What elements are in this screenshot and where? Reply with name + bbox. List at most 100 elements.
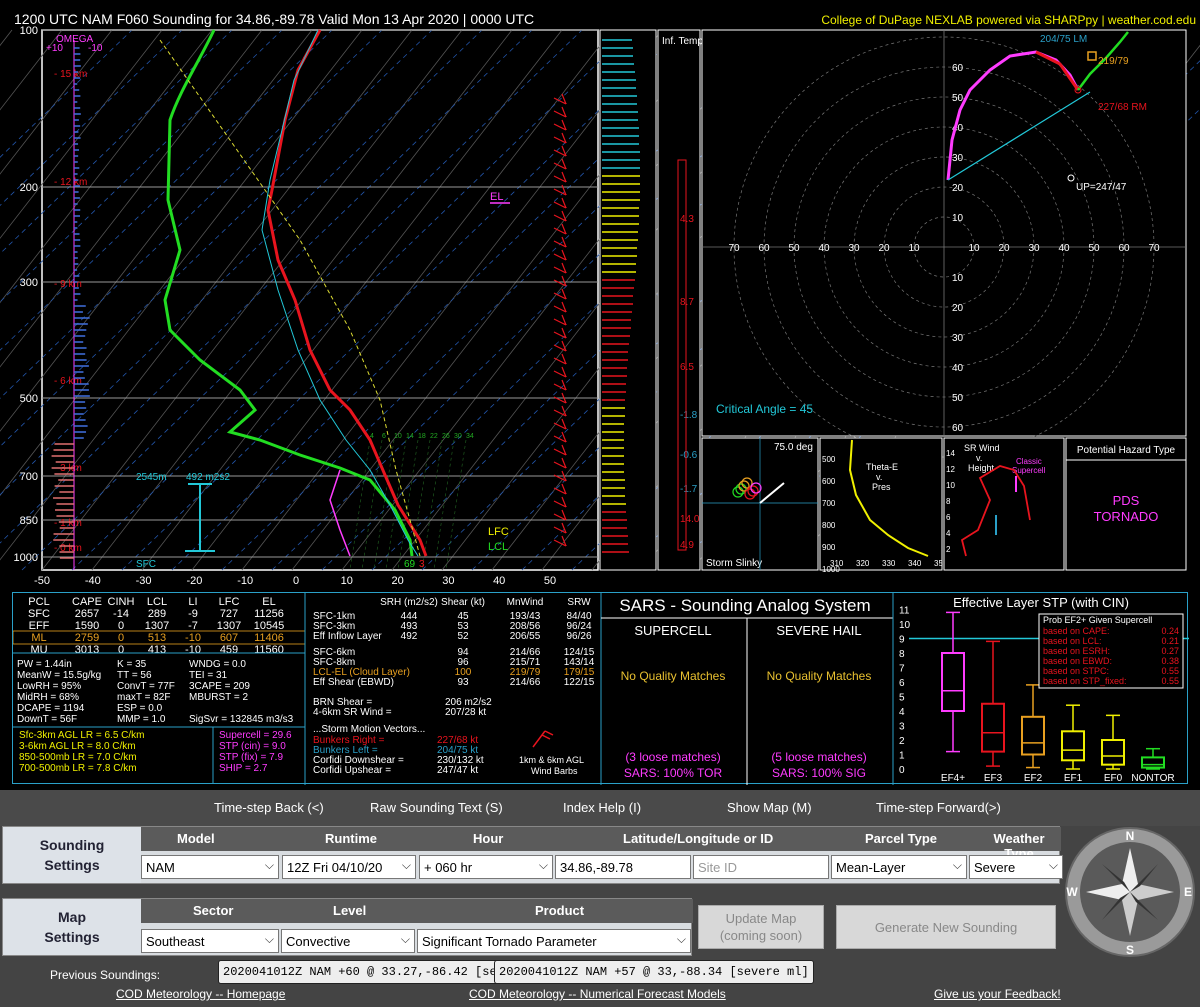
pressure-label: 300 [20, 277, 38, 289]
motion-label: Corfidi Upshear = [313, 765, 391, 776]
level-value: Convective [286, 934, 350, 949]
hodo-x-label: 10 [968, 243, 980, 254]
srwind-y-label: 8 [946, 497, 951, 506]
hodo-x-label: 60 [758, 243, 770, 254]
hodo-rm-label: 227/68 RM [1098, 102, 1147, 113]
pressure-label: 850 [20, 515, 38, 527]
stp-box [1022, 717, 1044, 755]
lapse-rates: Sfc-3km AGL LR = 6.5 C/km3-6km AGL LR = … [19, 730, 145, 774]
site-id-input[interactable]: Site ID [693, 855, 829, 879]
hodo-x-label: 30 [1028, 243, 1040, 254]
weather-type-select[interactable]: Severe ⌵ [969, 855, 1063, 879]
compass-s-label: S [1126, 943, 1134, 957]
thermo-index: MMP = 1.0 [117, 714, 166, 725]
thermo-index: SigSvr = 132845 m3/s3 [189, 714, 294, 725]
hodo-ring-label: 10 [952, 273, 964, 284]
mixing-ratio-label: 6 [382, 433, 386, 440]
stp-category: EF4+ [941, 773, 965, 784]
hodo-ring-label: 10 [952, 213, 964, 224]
cod-models-link[interactable]: COD Meteorology -- Numerical Forecast Mo… [469, 987, 726, 1001]
stp-prob-label: based on LCL: [1043, 636, 1102, 646]
inference-value: -1.8 [680, 410, 698, 421]
feedback-link[interactable]: Give us your Feedback! [934, 987, 1061, 1001]
sounding-display: 1200 UTC NAM F060 Sounding for 34.86,-89… [0, 0, 1200, 590]
temp-tick: 40 [493, 575, 505, 587]
storm-motion-title: ...Storm Motion Vectors... [313, 724, 425, 735]
composite-indices: Supercell = 29.6STP (cin) = 9.0STP (fix)… [219, 730, 292, 774]
sector-select[interactable]: Southeast ⌵ [141, 929, 279, 953]
parcel-header: LCL [147, 596, 167, 608]
hour-select[interactable]: + 060 hr ⌵ [419, 855, 553, 879]
thermo-index: maxT = 82F [117, 692, 170, 703]
credit-text: College of DuPage NEXLAB powered via SHA… [821, 13, 1196, 27]
previous-sounding-2[interactable]: 2020041012Z NAM +57 @ 33,-88.34 [severe … [494, 960, 814, 984]
kin-cell: 492 [401, 631, 418, 642]
stp-prob-label: based on ESRH: [1043, 646, 1110, 656]
hazard-header: Potential Hazard Type [1077, 445, 1176, 456]
composite-index: Supercell = 29.6 [219, 730, 292, 741]
stp-chart: 11109876543210EF4+ EF3 EF2 EF1 EF0 NONTORProb… [899, 606, 1189, 785]
parcel-cell: 1307 [145, 620, 169, 632]
kin-header: Shear (kt) [441, 597, 485, 608]
stats-panel: PCL CAPE CINH LCL LI LFC EL SFC 2657 -14 289 -9 727 1… [12, 592, 1188, 784]
composite-index: STP (cin) = 9.0 [219, 741, 286, 752]
index-help-button[interactable]: Index Help (I) [563, 800, 641, 815]
compass-navigator[interactable]: N S E W [1062, 826, 1198, 958]
hodo-ring-label: 60 [952, 423, 964, 434]
runtime-header: Runtime [325, 831, 377, 846]
temperature-axis: -50 -40 -30 -20 -10 0 10 20 30 40 50 [34, 575, 556, 587]
time-step-forward-button[interactable]: Time-step Forward(>) [876, 800, 1001, 815]
sr46-value: 207/28 kt [445, 707, 486, 718]
latlon-input[interactable]: 34.86,-89.78 [555, 855, 691, 879]
chevron-down-icon: ⌵ [539, 858, 548, 873]
sars-hail-match: No Quality Matches [767, 669, 872, 683]
runtime-select[interactable]: 12Z Fri 04/10/20 ⌵ [282, 855, 416, 879]
sounding-graphics: 1200 UTC NAM F060 Sounding for 34.86,-89… [0, 0, 1200, 590]
show-map-button[interactable]: Show Map (M) [727, 800, 812, 815]
inference-value: -1.7 [680, 484, 698, 495]
chevron-down-icon: ⌵ [402, 858, 411, 873]
stp-y-tick: 3 [899, 722, 905, 733]
sector-header: Sector [193, 903, 233, 918]
cod-homepage-link[interactable]: COD Meteorology -- Homepage [116, 987, 285, 1001]
thetae-pres-label: 600 [822, 477, 836, 486]
srwind-y-label: 10 [946, 481, 955, 490]
thetae-x-label: 340 [908, 559, 922, 568]
generate-sounding-button[interactable]: Generate New Sounding [836, 905, 1056, 949]
update-map-button[interactable]: Update Map (coming soon) [698, 905, 824, 949]
product-select[interactable]: Significant Tornado Parameter ⌵ [417, 929, 691, 953]
barbs-label-1: 1km & 6km AGL [519, 755, 584, 765]
model-header: Model [177, 831, 215, 846]
model-select[interactable]: NAM ⌵ [141, 855, 279, 879]
parcel-cell: 413 [148, 644, 166, 656]
raw-sounding-text-button[interactable]: Raw Sounding Text (S) [370, 800, 503, 815]
parcel-table: PCL CAPE CINH LCL LI LFC ELSFC 2657 -14 289 -9 727 1… [28, 596, 284, 656]
runtime-value: 12Z Fri 04/10/20 [287, 860, 382, 875]
sars-supercell-loose: (3 loose matches) [625, 750, 720, 764]
hodo-x-label: 70 [1148, 243, 1160, 254]
mixing-ratio-label: 18 [418, 433, 426, 440]
level-select[interactable]: Convective ⌵ [281, 929, 415, 953]
stp-prob-value: 0.21 [1161, 636, 1179, 646]
thermo-index: MeanW = 15.5g/kg [17, 670, 101, 681]
temp-tick: 0 [293, 575, 299, 587]
chevron-down-icon: ⌵ [265, 932, 274, 947]
hodo-x-label: 20 [998, 243, 1010, 254]
time-step-back-button[interactable]: Time-step Back (<) [214, 800, 324, 815]
thetae-pres-label: 900 [822, 543, 836, 552]
sars-hail-loose: (5 loose matches) [771, 750, 866, 764]
thetae-x-label: 320 [856, 559, 870, 568]
hodo-x-label: 60 [1118, 243, 1130, 254]
hodo-ring-label: 20 [952, 183, 964, 194]
slinky-label: Storm Slinky [706, 558, 762, 569]
kin-header: SRH (m2/s2) [380, 597, 438, 608]
hour-value: + 060 hr [424, 860, 472, 875]
stp-y-tick: 4 [899, 707, 905, 718]
parcel-type-select[interactable]: Mean-Layer ⌵ [831, 855, 967, 879]
lfc-label: LFC [488, 526, 509, 538]
stp-category: EF3 [984, 773, 1003, 784]
height-2545-label: 2545m [136, 472, 167, 483]
temp-tick: -10 [237, 575, 253, 587]
mixing-ratio-label: 26 [442, 433, 450, 440]
kin-row-label: Eff Inflow Layer [313, 631, 382, 642]
